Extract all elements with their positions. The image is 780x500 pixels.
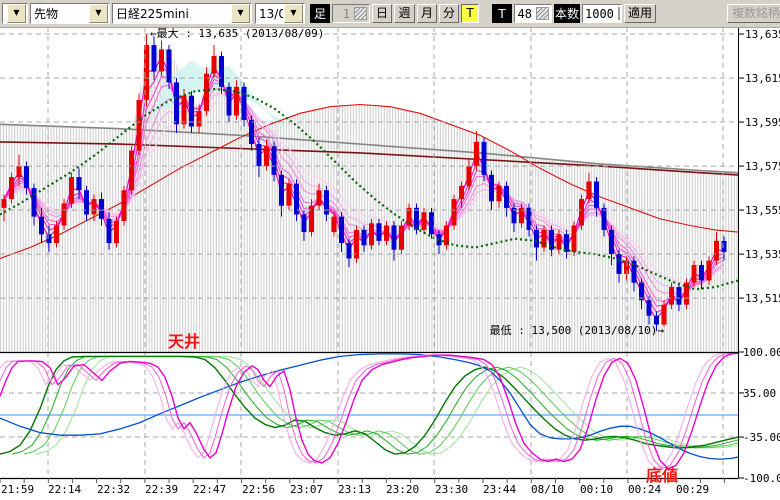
- interval-value: 1: [333, 7, 352, 21]
- bars-count-stepper[interactable]: 1000: [582, 4, 622, 23]
- tick-unit-label: T: [492, 4, 512, 23]
- svg-text:13,515: 13,515: [745, 292, 780, 305]
- svg-text:23:07: 23:07: [290, 483, 323, 496]
- svg-text:08/10: 08/10: [531, 483, 564, 496]
- rci-magenta-line: [0, 353, 726, 468]
- interval-stepper[interactable]: 1: [332, 4, 370, 23]
- period-tick-button[interactable]: T: [461, 4, 479, 23]
- toolbar: ▼ 先物 ▼ 日経225mini ▼ 13/09 ▼ 足 1 日 週 月 分 T…: [0, 0, 780, 28]
- svg-text:22:14: 22:14: [48, 483, 81, 496]
- svg-text:23:30: 23:30: [435, 483, 468, 496]
- svg-text:22:56: 22:56: [242, 483, 275, 496]
- symbol-value: 日経225mini: [113, 5, 230, 22]
- category-value: 先物: [31, 5, 88, 22]
- period-week-button[interactable]: 週: [394, 4, 415, 23]
- svg-text:13,615: 13,615: [745, 72, 780, 85]
- tick-count-value: 48: [515, 7, 534, 21]
- spinner-icon[interactable]: [536, 7, 549, 20]
- ceiling-annotation: 天井: [168, 332, 200, 351]
- period-day-button[interactable]: 日: [372, 4, 392, 23]
- svg-text:23:13: 23:13: [338, 483, 371, 496]
- contract-month-select[interactable]: 13/09 ▼: [255, 3, 305, 24]
- chevron-down-icon[interactable]: ▼: [284, 4, 303, 23]
- bars-label: 本数: [554, 4, 580, 23]
- chevron-down-icon[interactable]: ▼: [89, 4, 108, 23]
- max-price-annotation: ←最大 : 13,635 (2013/08/09): [150, 26, 324, 40]
- chevron-down-icon[interactable]: ▼: [231, 4, 250, 23]
- svg-text:13,635: 13,635: [745, 28, 780, 41]
- tick-count-stepper[interactable]: 48: [514, 4, 552, 23]
- period-minute-button[interactable]: 分: [439, 4, 459, 23]
- svg-text:13,595: 13,595: [745, 116, 780, 129]
- svg-text:-35.00: -35.00: [743, 431, 780, 444]
- period-month-button[interactable]: 月: [417, 4, 437, 23]
- bars-count-value: 1000: [583, 7, 616, 21]
- mini-combo[interactable]: ▼: [2, 3, 28, 24]
- svg-text:21:59: 21:59: [1, 483, 34, 496]
- svg-text:13,555: 13,555: [745, 204, 780, 217]
- oscillator-panel: [0, 353, 774, 468]
- category-select[interactable]: 先物 ▼: [30, 3, 110, 24]
- svg-text:22:39: 22:39: [145, 483, 178, 496]
- time-axis: 21:59 22:14 22:32 22:39 22:47 22:56 23:07 23:13…: [0, 478, 725, 496]
- spinner-icon[interactable]: [618, 7, 620, 20]
- chevron-down-icon[interactable]: ▼: [7, 4, 26, 23]
- multi-symbol-button[interactable]: 複数銘柄: [727, 4, 780, 23]
- svg-text:22:47: 22:47: [193, 483, 226, 496]
- apply-button[interactable]: 適用: [624, 4, 656, 23]
- chart-canvas[interactable]: ←最大 : 13,635 (2013/08/09) 最低 : 13,500 (20…: [0, 0, 780, 500]
- svg-text:23:20: 23:20: [386, 483, 419, 496]
- bottom-annotation: 底値: [646, 466, 678, 485]
- spinner-icon[interactable]: [354, 7, 367, 20]
- svg-text:13,575: 13,575: [745, 160, 780, 173]
- svg-text:00:29: 00:29: [676, 483, 709, 496]
- contract-month-value: 13/09: [256, 7, 283, 21]
- min-price-annotation: 最低 : 13,500 (2013/08/10)→: [490, 324, 665, 337]
- svg-text:13,535: 13,535: [745, 248, 780, 261]
- symbol-select[interactable]: 日経225mini ▼: [112, 3, 252, 24]
- svg-text:00:10: 00:10: [580, 483, 613, 496]
- svg-text:23:44: 23:44: [483, 483, 516, 496]
- ma-hatch-fill: [0, 43, 738, 352]
- svg-text:100.00: 100.00: [743, 346, 780, 359]
- svg-text:-100.00: -100.00: [743, 472, 780, 485]
- ashi-label: 足: [310, 4, 330, 23]
- svg-text:35.00: 35.00: [743, 387, 776, 400]
- svg-text:22:32: 22:32: [97, 483, 130, 496]
- price-axis: 13,635 13,615 13,595 13,575 13,555 13,535 13,5…: [738, 28, 780, 485]
- chart-app-window: { "toolbar": { "mini_combo_value": "", "…: [0, 0, 780, 500]
